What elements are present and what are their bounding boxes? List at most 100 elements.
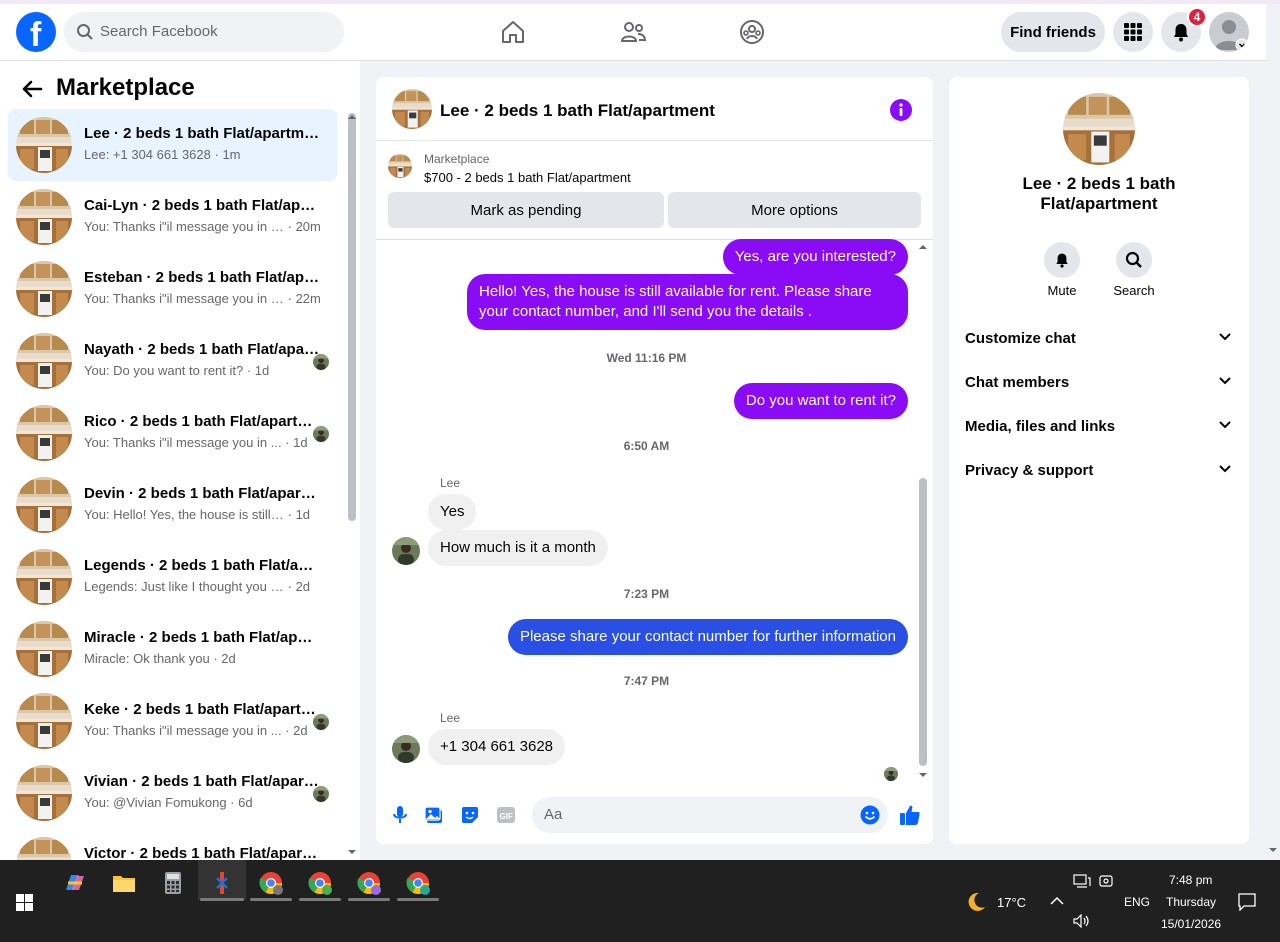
conversation-item[interactable]: Vivian · 2 beds 1 bath Flat/apartment You…: [8, 757, 337, 829]
conversation-item[interactable]: Cai-Lyn · 2 beds 1 bath Flat/apartment Yo…: [8, 181, 337, 253]
mute-label: Mute: [1047, 283, 1077, 298]
time-separator: ·: [284, 507, 296, 522]
scroll-up-arrow-icon[interactable]: [347, 113, 357, 121]
sender-avatar[interactable]: [392, 537, 420, 565]
mute-button[interactable]: [1044, 242, 1080, 278]
sticker-icon[interactable]: [460, 805, 480, 825]
conversation-name: Miracle · 2 beds 1 bath Flat/apartment: [84, 629, 320, 646]
calculator-icon[interactable]: [160, 870, 186, 896]
sender-avatar[interactable]: [392, 735, 420, 763]
search-input[interactable]: Search Facebook: [64, 12, 344, 52]
conversation-item[interactable]: Victor · 2 beds 1 bath Flat/apartment: [8, 829, 337, 860]
outgoing-message[interactable]: Yes, are you interested?: [722, 239, 908, 275]
sender-name: Lee: [440, 476, 461, 490]
chat-title[interactable]: Lee · 2 beds 1 bath Flat/apartment: [440, 101, 715, 121]
conversation-item[interactable]: Esteban · 2 beds 1 bath Flat/apartment Yo…: [8, 253, 337, 325]
message-time: 20m: [295, 219, 321, 234]
search-chat-button[interactable]: [1116, 242, 1152, 278]
clock-day[interactable]: Thursday: [1166, 895, 1216, 909]
chat-listing-thumbnail[interactable]: [392, 89, 432, 129]
chrome-profile-icon[interactable]: [258, 870, 284, 896]
back-arrow-icon[interactable]: [20, 78, 44, 100]
groups-icon[interactable]: [738, 18, 766, 46]
incoming-message[interactable]: +1 304 661 3628: [428, 729, 566, 765]
clock-date[interactable]: 15/01/2026: [1161, 917, 1221, 931]
speaker-icon[interactable]: [1073, 914, 1091, 928]
thumbs-up-icon[interactable]: [899, 804, 921, 826]
message-timestamp: Wed 11:16 PM: [606, 351, 687, 365]
conversation-item[interactable]: Legends · 2 beds 1 bath Flat/apartment Le…: [8, 541, 337, 613]
copilot-icon[interactable]: [62, 870, 88, 896]
chrome-profile-icon[interactable]: [307, 870, 333, 896]
scroll-up-arrow-icon[interactable]: [918, 243, 928, 251]
outgoing-message[interactable]: Do you want to rent it?: [733, 383, 908, 419]
gif-icon[interactable]: GIF: [496, 805, 516, 825]
message-input-placeholder: Aa: [544, 806, 563, 823]
details-listing-thumbnail[interactable]: [1063, 93, 1135, 165]
scroll-down-arrow-icon[interactable]: [918, 771, 928, 779]
incoming-message[interactable]: Yes: [428, 494, 477, 530]
active-app-indicator: [200, 898, 244, 901]
conversation-item[interactable]: Devin · 2 beds 1 bath Flat/apartment You:…: [8, 469, 337, 541]
conversation-item[interactable]: Rico · 2 beds 1 bath Flat/apartment You: …: [8, 397, 337, 469]
menu-grid-button[interactable]: [1113, 12, 1153, 52]
listing-thumbnail: [16, 693, 72, 749]
moon-weather-icon[interactable]: [965, 891, 987, 913]
chat-members-row[interactable]: Chat members: [965, 374, 1235, 398]
message-time: 2d: [293, 723, 308, 738]
chevron-down-icon: [1219, 333, 1231, 341]
photo-icon[interactable]: [424, 805, 444, 825]
info-icon[interactable]: [890, 99, 912, 121]
file-explorer-icon[interactable]: [111, 870, 137, 896]
conversation-item[interactable]: Lee · 2 beds 1 bath Flat/apartment Lee: +…: [8, 109, 337, 181]
scroll-down-arrow-icon[interactable]: [1268, 846, 1278, 854]
sidebar-scrollbar[interactable]: [348, 113, 356, 521]
chat-scrollbar[interactable]: [919, 478, 927, 766]
scroll-down-arrow-icon[interactable]: [347, 848, 357, 856]
listing-thumbnail: [16, 621, 72, 677]
chrome-profile-icon[interactable]: [356, 870, 382, 896]
customize-chat-row[interactable]: Customize chat: [965, 330, 1235, 354]
conversation-item[interactable]: Miracle · 2 beds 1 bath Flat/apartment Mi…: [8, 613, 337, 685]
listing-mini-thumbnail: [388, 154, 412, 178]
network-icon[interactable]: [1073, 874, 1091, 888]
page-scrollbar[interactable]: [1266, 4, 1280, 860]
details-title: Lee · 2 beds 1 bath Flat/apartment: [1022, 174, 1176, 213]
windows-taskbar: 17°C ENG 7:48 pm Thursday 15/01/2026: [0, 860, 1280, 942]
facebook-logo-icon[interactable]: f: [16, 12, 56, 54]
windows-start-icon[interactable]: [16, 894, 33, 911]
listing-price[interactable]: $700 - 2 beds 1 bath Flat/apartment: [424, 170, 631, 185]
outgoing-message[interactable]: Hello! Yes, the house is still available…: [467, 274, 908, 330]
camera-status-icon[interactable]: [1099, 874, 1113, 888]
account-avatar[interactable]: [1209, 12, 1249, 52]
incoming-message[interactable]: How much is it a month: [428, 530, 608, 566]
input-language[interactable]: ENG: [1124, 895, 1150, 909]
chevron-down-icon: [1219, 377, 1231, 385]
message-input[interactable]: Aa: [532, 797, 888, 833]
listing-thumbnail: [16, 117, 72, 173]
friends-icon[interactable]: [619, 18, 647, 46]
mark-as-pending-button[interactable]: Mark as pending: [388, 192, 664, 228]
weather-temperature[interactable]: 17°C: [997, 895, 1026, 910]
conversation-item[interactable]: Keke · 2 beds 1 bath Flat/apartment You: …: [8, 685, 337, 757]
message-time: 22m: [295, 291, 321, 306]
chrome-profile-icon[interactable]: [405, 870, 431, 896]
notification-center-icon[interactable]: [1238, 893, 1256, 911]
home-icon[interactable]: [499, 18, 527, 46]
clock-time[interactable]: 7:48 pm: [1169, 873, 1212, 887]
privacy-support-row[interactable]: Privacy & support: [965, 462, 1235, 486]
find-friends-button[interactable]: Find friends: [1001, 12, 1105, 52]
chevron-up-icon[interactable]: [1050, 896, 1064, 905]
emoji-icon[interactable]: [860, 805, 880, 825]
bell-icon: [1174, 24, 1188, 42]
outgoing-message[interactable]: Please share your contact number for fur…: [507, 619, 908, 655]
row-label: Privacy & support: [965, 462, 1094, 479]
conversation-item[interactable]: Nayath · 2 beds 1 bath Flat/apartment You…: [8, 325, 337, 397]
media-files-links-row[interactable]: Media, files and links: [965, 418, 1235, 442]
listing-thumbnail: [16, 333, 72, 389]
time-separator: ·: [281, 435, 294, 450]
more-options-button[interactable]: More options: [668, 192, 921, 228]
microphone-icon[interactable]: [390, 805, 410, 825]
sidebar-title: Marketplace: [56, 74, 195, 101]
snipping-tool-icon[interactable]: [209, 870, 235, 896]
